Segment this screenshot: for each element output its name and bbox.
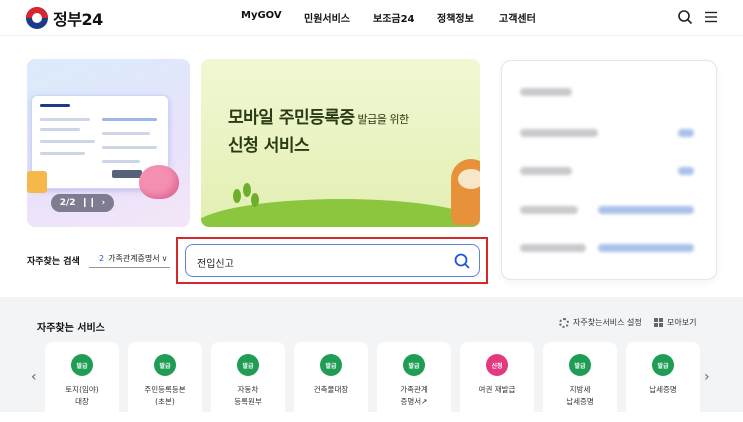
- service-badge: 발급: [154, 354, 176, 376]
- site-header: 정부24 MyGOV 민원서비스 보조금24 정책정보 고객센터: [0, 0, 743, 36]
- chevron-right-icon[interactable]: ›: [102, 198, 106, 208]
- blurred-text: [520, 244, 586, 252]
- service-badge: 발급: [403, 354, 425, 376]
- tiger-mascot-icon: [451, 159, 480, 225]
- search-icon[interactable]: [677, 9, 693, 25]
- blurred-value: [678, 129, 694, 137]
- hill-decoration: [201, 199, 480, 227]
- chevron-right-icon[interactable]: ›: [704, 369, 710, 385]
- services-setting-button[interactable]: 자주찾는서비스 설정: [559, 317, 642, 328]
- select-value: 가족관계증명서: [108, 254, 160, 263]
- leaf-icon: [251, 193, 259, 207]
- service-badge: 발급: [71, 354, 93, 376]
- search-input[interactable]: 전입신고: [185, 244, 480, 277]
- main-nav: MyGOV 민원서비스 보조금24 정책정보 고객센터: [0, 10, 743, 26]
- blurred-value: [598, 206, 694, 214]
- frequent-search-label: 자주찾는 검색: [27, 257, 80, 267]
- frequent-services-section: 자주찾는 서비스 자주찾는서비스 설정 모아보기 ‹ › 발급 토지(임야) 대…: [0, 297, 743, 422]
- service-card[interactable]: 발급 납세증명: [626, 342, 700, 422]
- heart-icon: [139, 165, 179, 199]
- blurred-text: [520, 88, 572, 96]
- nav-item-customer-center[interactable]: 고객센터: [499, 10, 536, 25]
- banner-title: 모바일 주민등록증 발급을 위한: [228, 103, 409, 128]
- services-setting-label: 자주찾는서비스 설정: [573, 318, 642, 327]
- service-label: 건축물대장: [313, 385, 349, 394]
- banner-title-small: 발급을 위한: [354, 113, 410, 126]
- blurred-text: [520, 206, 578, 214]
- blurred-text: [520, 167, 572, 175]
- search-input-value: 전입신고: [197, 259, 234, 270]
- service-card[interactable]: 발급 가족관계 증명서↗: [377, 342, 451, 422]
- service-badge: 발급: [569, 354, 591, 376]
- grid-icon: [654, 318, 663, 327]
- blurred-value: [678, 167, 694, 175]
- services-collect-label: 모아보기: [667, 318, 697, 327]
- nav-item-mygov[interactable]: MyGOV: [241, 10, 282, 21]
- service-card[interactable]: 발급 건축물대장: [294, 342, 368, 422]
- service-label: 지방세 납세증명: [566, 385, 594, 406]
- service-label: 자동차 등록원부: [234, 385, 262, 406]
- services-title: 자주찾는 서비스: [37, 323, 105, 334]
- search-button-icon[interactable]: [453, 252, 471, 270]
- service-card[interactable]: 발급 주민등록등본 (초본): [128, 342, 202, 422]
- blurred-value: [598, 244, 694, 252]
- service-label: 가족관계 증명서↗: [400, 385, 428, 406]
- chevron-left-icon[interactable]: ‹: [31, 369, 37, 385]
- chevron-down-icon: ∨: [161, 254, 168, 263]
- service-card[interactable]: 발급 토지(임야) 대장: [45, 342, 119, 422]
- banner-pager: 2/2 ❙❙ ›: [51, 194, 114, 212]
- service-label: 납세증명: [649, 385, 677, 394]
- service-badge: 발급: [320, 354, 342, 376]
- gear-icon: [559, 317, 569, 328]
- nav-item-policy[interactable]: 정책정보: [437, 10, 474, 25]
- frequent-search-select[interactable]: 2 가족관계증명서 ∨: [89, 250, 170, 268]
- pause-icon[interactable]: ❙❙: [81, 198, 96, 208]
- banner-slide-previous[interactable]: 2/2 ❙❙ ›: [27, 59, 190, 227]
- menu-icon[interactable]: [703, 9, 719, 25]
- service-label: 여권 재발급: [478, 385, 516, 394]
- service-card[interactable]: 발급 자동차 등록원부: [211, 342, 285, 422]
- nav-item-subsidy[interactable]: 보조금24: [373, 10, 415, 25]
- select-rank: 2: [99, 254, 105, 263]
- gift-icon: [27, 171, 47, 193]
- pager-count: 2/2: [59, 198, 76, 208]
- services-collect-button[interactable]: 모아보기: [654, 317, 696, 328]
- service-badge: 신청: [486, 354, 508, 376]
- leaf-icon: [243, 183, 251, 197]
- banner-title-main: 모바일 주민등록증: [228, 108, 355, 128]
- service-card[interactable]: 발급 지방세 납세증명: [543, 342, 617, 422]
- nav-item-civil-service[interactable]: 민원서비스: [304, 10, 350, 25]
- banner-subtitle: 신청 서비스: [228, 136, 310, 156]
- user-info-card: [501, 60, 717, 280]
- service-card[interactable]: 신청 여권 재발급: [460, 342, 534, 422]
- service-label: 토지(임야) 대장: [65, 385, 99, 406]
- service-badge: 발급: [652, 354, 674, 376]
- leaf-icon: [233, 189, 241, 203]
- banner-mobile-id[interactable]: 모바일 주민등록증 발급을 위한 신청 서비스: [201, 59, 480, 227]
- blurred-text: [520, 129, 598, 137]
- service-label: 주민등록등본 (초본): [144, 385, 186, 406]
- service-badge: 발급: [237, 354, 259, 376]
